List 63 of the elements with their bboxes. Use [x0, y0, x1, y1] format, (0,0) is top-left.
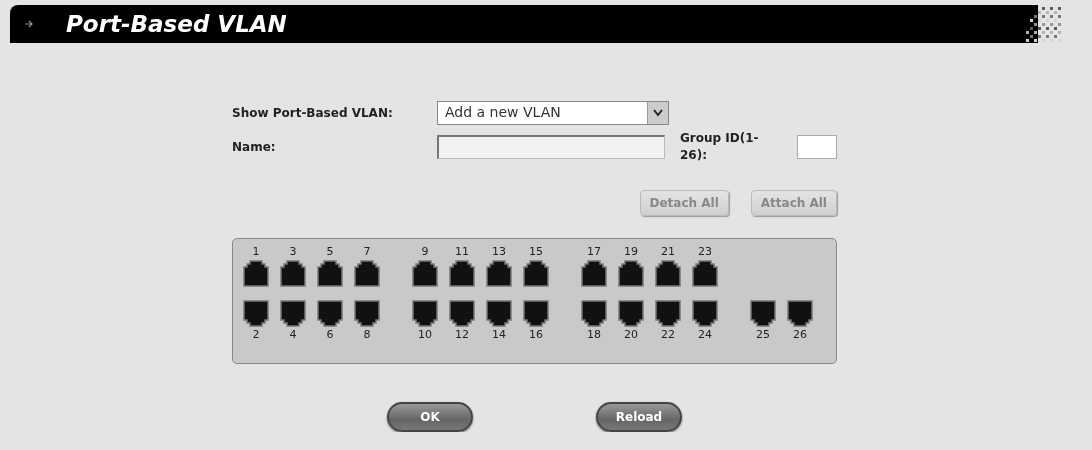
ok-button[interactable]: OK: [387, 402, 473, 432]
name-field[interactable]: [437, 135, 665, 159]
field-label: Show Port-Based VLAN:: [232, 106, 394, 120]
window-title: Port-Based VLAN: [66, 11, 287, 37]
port-socket-icon[interactable]: [352, 299, 382, 328]
port-number: 21: [661, 245, 675, 259]
port-socket-icon[interactable]: [315, 259, 345, 288]
port-socket-icon[interactable]: [785, 299, 815, 328]
port-socket-icon[interactable]: [484, 259, 514, 288]
port-socket-icon[interactable]: [521, 259, 551, 288]
port-socket-icon[interactable]: [447, 299, 477, 328]
port-socket-icon[interactable]: [653, 259, 683, 288]
port-number: 4: [289, 328, 297, 342]
port-socket-icon[interactable]: [410, 299, 440, 328]
port-number: 3: [289, 245, 297, 259]
port-socket-icon[interactable]: [278, 299, 308, 328]
port-socket-icon[interactable]: [579, 299, 609, 328]
port-socket-icon[interactable]: [352, 259, 382, 288]
port-socket-icon[interactable]: [278, 259, 308, 288]
port-number: 23: [698, 245, 712, 259]
field-label: Group ID(1-26):: [680, 130, 760, 164]
field-label: Name:: [232, 140, 277, 154]
port-socket-icon[interactable]: [521, 299, 551, 328]
port-number: 19: [624, 245, 638, 259]
reload-button[interactable]: Reload: [596, 402, 682, 432]
port-number: 22: [661, 328, 675, 342]
port-number: 18: [587, 328, 601, 342]
port-socket-icon[interactable]: [315, 299, 345, 328]
port-socket-icon[interactable]: [653, 299, 683, 328]
port-socket-icon[interactable]: [579, 259, 609, 288]
port-socket-icon[interactable]: [447, 259, 477, 288]
port-socket-icon[interactable]: [690, 299, 720, 328]
vlan-dropdown[interactable]: Add a new VLAN: [437, 101, 669, 125]
port-socket-icon[interactable]: [241, 259, 271, 288]
port-number: 20: [624, 328, 638, 342]
port-number: 17: [587, 245, 601, 259]
port-number: 11: [455, 245, 469, 259]
port-socket-icon[interactable]: [690, 259, 720, 288]
port-socket-icon[interactable]: [616, 259, 646, 288]
group-id-field[interactable]: [797, 135, 837, 159]
port-socket-icon[interactable]: [616, 299, 646, 328]
port-number: 15: [529, 245, 543, 259]
port-number: 7: [363, 245, 371, 259]
port-socket-icon[interactable]: [748, 299, 778, 328]
port-number: 13: [492, 245, 506, 259]
port-number: 12: [455, 328, 469, 342]
port-number: 24: [698, 328, 712, 342]
port-number: 16: [529, 328, 543, 342]
port-number: 10: [418, 328, 432, 342]
arrow-icon: [24, 19, 34, 29]
chevron-down-icon: [653, 109, 663, 117]
port-number: 8: [363, 328, 371, 342]
port-number: 26: [793, 328, 807, 342]
port-number: 6: [326, 328, 334, 342]
port-number: 5: [326, 245, 334, 259]
port-number: 9: [421, 245, 429, 259]
port-socket-icon[interactable]: [484, 299, 514, 328]
port-number: 14: [492, 328, 506, 342]
port-number: 1: [252, 245, 260, 259]
port-number: 2: [252, 328, 260, 342]
port-socket-icon[interactable]: [241, 299, 271, 328]
port-socket-icon[interactable]: [410, 259, 440, 288]
port-number: 25: [756, 328, 770, 342]
